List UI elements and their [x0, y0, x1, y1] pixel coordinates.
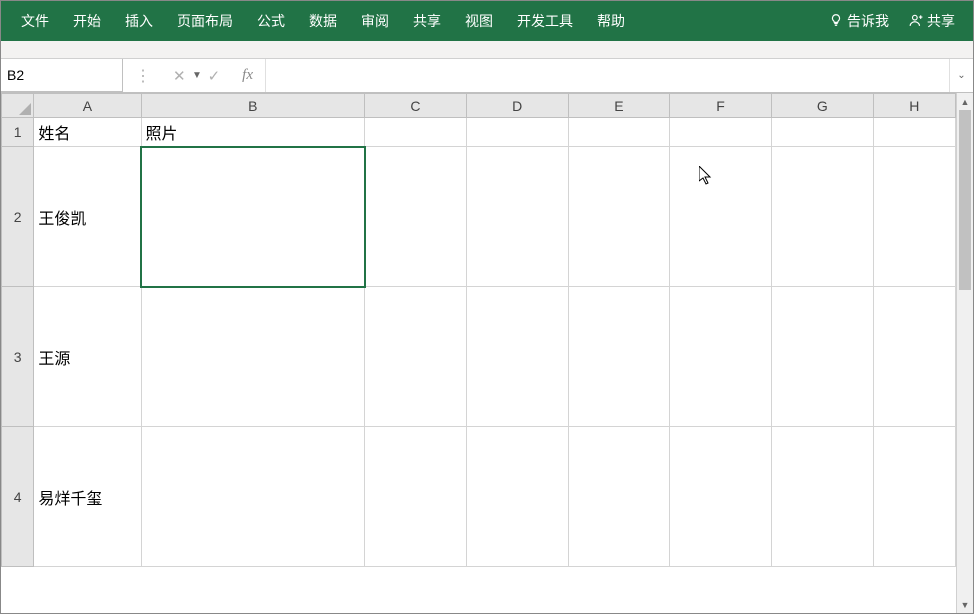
column-header[interactable]: C: [365, 94, 467, 118]
cell[interactable]: [873, 118, 955, 147]
ribbon-tab-developer[interactable]: 开发工具: [505, 1, 585, 41]
row-header[interactable]: 2: [2, 147, 34, 287]
name-box-container[interactable]: ▼: [1, 59, 123, 92]
cell[interactable]: [568, 287, 670, 427]
row-header[interactable]: 4: [2, 427, 34, 567]
share-button[interactable]: 共享: [899, 1, 965, 41]
cell[interactable]: [365, 427, 467, 567]
cell[interactable]: [670, 287, 772, 427]
cell[interactable]: 王源: [34, 287, 141, 427]
share-label: 共享: [927, 11, 955, 31]
enter-icon[interactable]: ✓: [208, 67, 221, 85]
cell[interactable]: [670, 118, 772, 147]
spreadsheet-grid: ABCDEFGH 1姓名照片 2王俊凯3王源4易烊千玺: [1, 93, 956, 567]
cell[interactable]: [141, 287, 364, 427]
cell[interactable]: [670, 147, 772, 287]
cell[interactable]: [466, 147, 568, 287]
cell[interactable]: [771, 118, 873, 147]
cell[interactable]: [365, 118, 467, 147]
cell[interactable]: 易烊千玺: [34, 427, 141, 567]
tell-me-label: 告诉我: [847, 11, 889, 31]
cell[interactable]: [466, 427, 568, 567]
select-all-corner[interactable]: [2, 94, 34, 118]
cell[interactable]: [873, 287, 955, 427]
cell[interactable]: [771, 427, 873, 567]
formula-input[interactable]: [266, 59, 949, 92]
cell[interactable]: [568, 118, 670, 147]
cell[interactable]: [873, 427, 955, 567]
cell[interactable]: [873, 147, 955, 287]
cell[interactable]: [568, 147, 670, 287]
vertical-scrollbar[interactable]: ▲ ▼: [956, 93, 973, 613]
column-header[interactable]: G: [771, 94, 873, 118]
formula-bar-expand-icon[interactable]: ⌄: [949, 59, 973, 92]
row-header[interactable]: 3: [2, 287, 34, 427]
cell[interactable]: [466, 118, 568, 147]
scroll-up-icon[interactable]: ▲: [957, 93, 973, 110]
cell[interactable]: [141, 427, 364, 567]
formula-bar: ▼ ⋮ ✕ ✓ fx ⌄: [1, 59, 973, 93]
scroll-thumb[interactable]: [959, 110, 971, 290]
scroll-track[interactable]: [957, 110, 973, 596]
person-share-icon: [909, 13, 923, 30]
cell[interactable]: 王俊凯: [34, 147, 141, 287]
column-header[interactable]: B: [141, 94, 364, 118]
ribbon-tab-view[interactable]: 视图: [453, 1, 505, 41]
cell[interactable]: [670, 427, 772, 567]
ribbon-tab-review[interactable]: 审阅: [349, 1, 401, 41]
cell[interactable]: 姓名: [34, 118, 141, 147]
cell[interactable]: [365, 147, 467, 287]
column-header[interactable]: A: [34, 94, 141, 118]
ribbon: 文件 开始 插入 页面布局 公式 数据 审阅 共享 视图 开发工具 帮助 告诉我…: [1, 1, 973, 41]
name-box-dropdown-icon[interactable]: ▼: [188, 70, 202, 81]
column-header[interactable]: D: [466, 94, 568, 118]
cell[interactable]: [466, 287, 568, 427]
column-header[interactable]: F: [670, 94, 772, 118]
column-header[interactable]: H: [873, 94, 955, 118]
fx-icon[interactable]: fx: [242, 67, 253, 84]
lightbulb-icon: [829, 13, 843, 30]
cell[interactable]: [771, 147, 873, 287]
cell[interactable]: [141, 147, 364, 287]
cell[interactable]: [568, 427, 670, 567]
ribbon-tab-help[interactable]: 帮助: [585, 1, 637, 41]
ribbon-tab-data[interactable]: 数据: [297, 1, 349, 41]
cell[interactable]: 照片: [141, 118, 364, 147]
cell[interactable]: [365, 287, 467, 427]
ribbon-tab-insert[interactable]: 插入: [113, 1, 165, 41]
ribbon-tab-home[interactable]: 开始: [61, 1, 113, 41]
row-header[interactable]: 1: [2, 118, 34, 147]
column-header[interactable]: E: [568, 94, 670, 118]
scroll-down-icon[interactable]: ▼: [957, 596, 973, 613]
ribbon-collapsed-strip: [1, 41, 973, 59]
tell-me-button[interactable]: 告诉我: [819, 1, 899, 41]
ribbon-tab-share[interactable]: 共享: [401, 1, 453, 41]
ribbon-tab-file[interactable]: 文件: [9, 1, 61, 41]
ribbon-tab-page-layout[interactable]: 页面布局: [165, 1, 245, 41]
name-box[interactable]: [7, 67, 188, 83]
cell[interactable]: [771, 287, 873, 427]
ribbon-tab-formulas[interactable]: 公式: [245, 1, 297, 41]
